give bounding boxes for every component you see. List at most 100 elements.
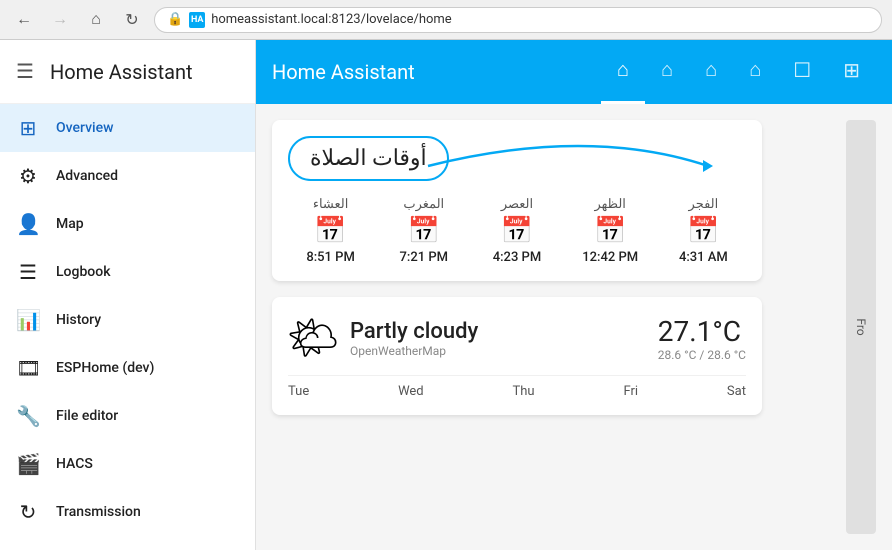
- nav-label-logbook: Logbook: [56, 264, 111, 280]
- reload-button[interactable]: ↻: [118, 6, 146, 34]
- tab-nav: ⌂ ⌂ ⌂ ⌂ ☐ ⊞: [601, 40, 876, 104]
- weather-temp-section: 27.1°C 28.6 °C / 28.6 °C: [658, 315, 746, 362]
- prayer-col: المغرب 📅 7:21 PM: [381, 197, 466, 265]
- weather-card: 🌤 Partly cloudy OpenWeatherMap 27.1°C 28…: [272, 297, 762, 415]
- sidebar-header: ☰ Home Assistant: [0, 40, 255, 104]
- sidebar-title: Home Assistant: [50, 60, 193, 84]
- main-content-column: أوقات الصلاة العشاء 📅 8:51 PM المغرب: [272, 120, 830, 534]
- prayer-card-title: أوقات الصلاة: [310, 146, 427, 171]
- right-panel-label: Fro: [854, 318, 868, 335]
- weather-day: Thu: [513, 384, 535, 399]
- prayer-calendar-icon: 📅: [381, 216, 466, 246]
- weather-day: Sat: [727, 384, 746, 399]
- prayer-time: 4:31 AM: [661, 250, 746, 265]
- sidebar-nav: ⊞ Overview ⚙ Advanced 👤 Map ☰ Logbook 📊 …: [0, 104, 255, 550]
- weather-days-row: Tue Wed Thu Fri Sat: [288, 375, 746, 399]
- nav-icon-map: 👤: [16, 212, 40, 236]
- nav-icon-overview: ⊞: [16, 116, 40, 140]
- nav-label-esphome: ESPHome (dev): [56, 360, 154, 376]
- sidebar-item-advanced[interactable]: ⚙ Advanced: [0, 152, 255, 200]
- back-button[interactable]: ←: [10, 6, 38, 34]
- right-panel: Fro: [846, 120, 876, 534]
- weather-temp-high: 28.6 °C: [658, 348, 697, 362]
- weather-temperature: 27.1°C: [658, 315, 746, 348]
- prayer-time: 7:21 PM: [381, 250, 466, 265]
- weather-temp-range: 28.6 °C / 28.6 °C: [658, 348, 746, 362]
- nav-label-hacs: HACS: [56, 456, 93, 472]
- main-area: Home Assistant ⌂ ⌂ ⌂ ⌂ ☐ ⊞ أوقات الصلاة: [256, 40, 892, 550]
- sidebar-item-transmission[interactable]: ↻ Transmission: [0, 488, 255, 536]
- weather-cloud-icon: 🌤: [286, 314, 339, 363]
- prayer-col: الظهر 📅 12:42 PM: [568, 197, 653, 265]
- sidebar-item-history[interactable]: 📊 History: [0, 296, 255, 344]
- top-bar: Home Assistant ⌂ ⌂ ⌂ ⌂ ☐ ⊞: [256, 40, 892, 104]
- lock-icon: 🔒: [167, 12, 183, 27]
- prayer-arrow: [428, 136, 748, 196]
- sidebar-item-overview[interactable]: ⊞ Overview: [0, 104, 255, 152]
- sidebar-item-map[interactable]: 👤 Map: [0, 200, 255, 248]
- nav-icon-file-editor: 🔧: [16, 404, 40, 428]
- prayer-name: العشاء: [288, 197, 373, 212]
- prayer-card-title-row: أوقات الصلاة: [288, 136, 746, 181]
- top-bar-title: Home Assistant: [272, 60, 597, 84]
- prayer-calendar-icon: 📅: [288, 216, 373, 246]
- nav-icon-esphome: 🎞: [16, 356, 40, 380]
- tab-chair[interactable]: ⌂: [733, 40, 777, 104]
- tab-home[interactable]: ⌂: [601, 40, 645, 104]
- nav-label-transmission: Transmission: [56, 504, 141, 520]
- weather-day: Wed: [398, 384, 424, 399]
- nav-label-overview: Overview: [56, 120, 113, 136]
- weather-day: Tue: [288, 384, 309, 399]
- sidebar: ☰ Home Assistant ⊞ Overview ⚙ Advanced 👤…: [0, 40, 256, 550]
- home-button[interactable]: ⌂: [82, 6, 110, 34]
- nav-label-map: Map: [56, 216, 84, 232]
- site-favicon: HA: [189, 12, 205, 28]
- hamburger-icon: ☰: [16, 61, 34, 83]
- nav-label-advanced: Advanced: [56, 168, 118, 184]
- nav-icon-logbook: ☰: [16, 260, 40, 284]
- address-bar[interactable]: 🔒 HA homeassistant.local:8123/lovelace/h…: [154, 7, 882, 33]
- prayer-calendar-icon: 📅: [568, 216, 653, 246]
- prayer-time: 12:42 PM: [568, 250, 653, 265]
- nav-label-history: History: [56, 312, 101, 328]
- prayer-col: العصر 📅 4:23 PM: [474, 197, 559, 265]
- prayer-time: 8:51 PM: [288, 250, 373, 265]
- prayer-calendar-icon: 📅: [474, 216, 559, 246]
- sidebar-item-hacs[interactable]: 🎬 HACS: [0, 440, 255, 488]
- weather-day: Fri: [623, 384, 638, 399]
- prayer-col: العشاء 📅 8:51 PM: [288, 197, 373, 265]
- app-container: ☰ Home Assistant ⊞ Overview ⚙ Advanced 👤…: [0, 40, 892, 550]
- browser-chrome: ← → ⌂ ↻ 🔒 HA homeassistant.local:8123/lo…: [0, 0, 892, 40]
- weather-temp-low: 28.6 °C: [707, 348, 746, 362]
- weather-main-row: 🌤 Partly cloudy OpenWeatherMap 27.1°C 28…: [288, 313, 746, 363]
- prayer-name: العصر: [474, 197, 559, 212]
- nav-label-file-editor: File editor: [56, 408, 118, 424]
- prayer-name: الفجر: [661, 197, 746, 212]
- prayer-calendar-icon: 📅: [661, 216, 746, 246]
- prayer-time: 4:23 PM: [474, 250, 559, 265]
- forward-button[interactable]: →: [46, 6, 74, 34]
- sidebar-item-esphome[interactable]: 🎞 ESPHome (dev): [0, 344, 255, 392]
- weather-condition: Partly cloudy: [350, 319, 646, 344]
- sidebar-item-file-editor[interactable]: 🔧 File editor: [0, 392, 255, 440]
- weather-icon-container: 🌤: [288, 313, 338, 363]
- sidebar-item-logbook[interactable]: ☰ Logbook: [0, 248, 255, 296]
- nav-icon-advanced: ⚙: [16, 164, 40, 188]
- sidebar-toggle-button[interactable]: ☰: [16, 59, 34, 84]
- tab-building[interactable]: ⌂: [645, 40, 689, 104]
- content-area: أوقات الصلاة العشاء 📅 8:51 PM المغرب: [256, 104, 892, 550]
- tab-network[interactable]: ⊞: [827, 40, 876, 104]
- weather-source: OpenWeatherMap: [350, 344, 646, 358]
- prayer-col: الفجر 📅 4:31 AM: [661, 197, 746, 265]
- nav-icon-history: 📊: [16, 308, 40, 332]
- weather-description: Partly cloudy OpenWeatherMap: [350, 319, 646, 358]
- prayer-times-card: أوقات الصلاة العشاء 📅 8:51 PM المغرب: [272, 120, 762, 281]
- prayer-name: المغرب: [381, 197, 466, 212]
- nav-icon-transmission: ↻: [16, 500, 40, 524]
- prayer-title-bubble: أوقات الصلاة: [288, 136, 449, 181]
- tab-house[interactable]: ⌂: [689, 40, 733, 104]
- url-text: homeassistant.local:8123/lovelace/home: [211, 12, 452, 27]
- nav-icon-hacs: 🎬: [16, 452, 40, 476]
- tab-monitor[interactable]: ☐: [777, 40, 827, 104]
- prayer-times-grid: العشاء 📅 8:51 PM المغرب 📅 7:21 PM العصر …: [288, 197, 746, 265]
